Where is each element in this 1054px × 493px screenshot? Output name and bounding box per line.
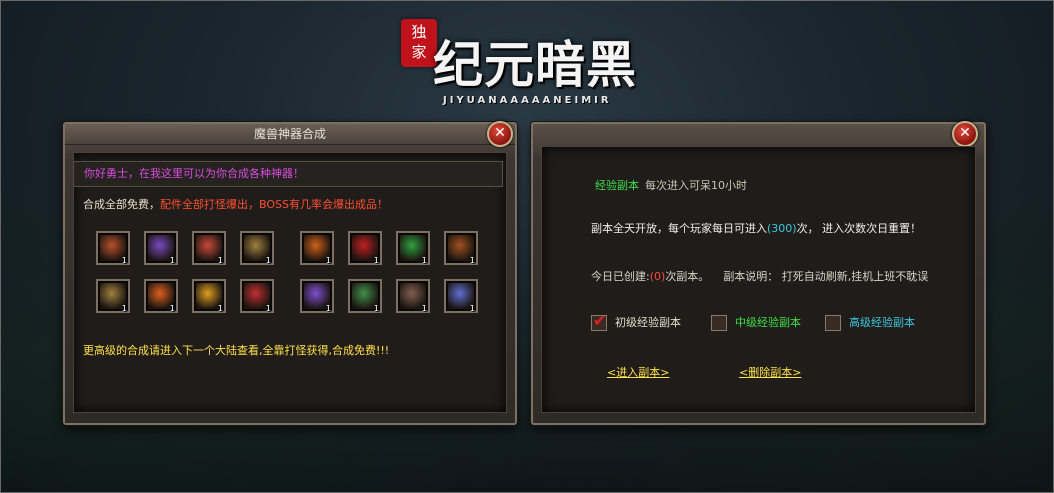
item-count: 1: [265, 256, 271, 265]
item-slot[interactable]: 1: [96, 231, 130, 265]
greeting-text: 你好勇士，在我这里可以为你合成各种神器！: [73, 161, 503, 187]
item-slot[interactable]: 1: [348, 231, 382, 265]
item-slot[interactable]: 1: [96, 279, 130, 313]
item-count: 1: [217, 256, 223, 265]
item-count: 1: [469, 304, 475, 313]
synthesis-info: 合成全部免费，配件全部打怪爆出，BOSS有几率会爆出成品！: [83, 196, 388, 212]
logo-seal-bottom: 家: [411, 43, 427, 61]
created-prefix: 今日已创建:: [591, 270, 650, 283]
item-slot[interactable]: 1: [192, 279, 226, 313]
checkmark-icon: ✔: [593, 311, 607, 330]
delete-dungeon-link[interactable]: <删除副本>: [739, 364, 801, 380]
item-count: 1: [169, 304, 175, 313]
dungeon-note: 每次进入可呆10小时: [645, 179, 747, 192]
rule-suffix: 次， 进入次数次日重置！: [796, 222, 922, 235]
dungeon-desc: 副本说明： 打死自动刷新,挂机上班不耽误: [723, 270, 929, 283]
dungeon-rules: 副本全天开放，每个玩家每日可进入(300)次， 进入次数次日重置！: [591, 220, 921, 236]
item-slot[interactable]: 1: [348, 279, 382, 313]
item-count: 1: [325, 256, 331, 265]
item-slot[interactable]: 1: [396, 231, 430, 265]
item-count: 1: [121, 304, 127, 313]
close-button[interactable]: ✕: [487, 121, 513, 147]
item-slot[interactable]: 1: [396, 279, 430, 313]
footer-text: 更高级的合成请进入下一个大陆查看,全靠打怪获得,合成免费!!!: [83, 344, 390, 357]
item-slot[interactable]: 1: [144, 279, 178, 313]
panel-title: 魔兽神器合成: [65, 124, 515, 145]
logo-subtitle: JIYUANAAAAANEIMIR: [443, 95, 612, 106]
item-count: 1: [373, 256, 379, 265]
item-count: 1: [169, 256, 175, 265]
checkbox[interactable]: [711, 315, 727, 331]
free-text: 合成全部免费，: [83, 198, 160, 211]
option-label: 初级经验副本: [615, 316, 681, 329]
rule-count: (300): [767, 222, 797, 235]
item-slot[interactable]: 1: [444, 231, 478, 265]
item-count: 1: [121, 256, 127, 265]
created-suffix: 次副本。: [665, 270, 710, 283]
item-slot[interactable]: 1: [300, 279, 334, 313]
option-basic-dungeon[interactable]: ✔ 初级经验副本: [591, 311, 681, 332]
item-count: 1: [217, 304, 223, 313]
item-slot[interactable]: 1: [300, 231, 334, 265]
option-advanced-dungeon[interactable]: 高级经验副本: [825, 314, 915, 332]
drop-text: 配件全部打怪爆出，BOSS有几率会爆出成品！: [160, 198, 388, 211]
item-count: 1: [469, 256, 475, 265]
item-slot[interactable]: 1: [444, 279, 478, 313]
checkbox[interactable]: ✔: [591, 311, 607, 331]
logo-seal-top: 独: [411, 23, 427, 41]
item-slot[interactable]: 1: [240, 279, 274, 313]
item-slot[interactable]: 1: [144, 231, 178, 265]
item-count: 1: [325, 304, 331, 313]
close-button[interactable]: ✕: [952, 121, 978, 147]
item-count: 1: [421, 304, 427, 313]
item-count: 1: [265, 304, 271, 313]
item-count: 1: [373, 304, 379, 313]
checkbox[interactable]: [825, 315, 841, 331]
item-slot[interactable]: 1: [240, 231, 274, 265]
item-slot[interactable]: 1: [192, 231, 226, 265]
panel-body: [73, 152, 507, 413]
dungeon-header: 经验副本 每次进入可呆10小时: [595, 177, 747, 193]
option-medium-dungeon[interactable]: 中级经验副本: [711, 314, 801, 332]
artifact-synthesis-panel: 魔兽神器合成 ✕ 你好勇士，在我这里可以为你合成各种神器！ 合成全部免费，配件全…: [63, 121, 517, 425]
dungeon-status: 今日已创建:(0)次副本。 副本说明： 打死自动刷新,挂机上班不耽误: [591, 268, 928, 284]
logo-seal: 独 家: [401, 19, 437, 67]
enter-dungeon-link[interactable]: <进入副本>: [607, 364, 669, 380]
option-label: 中级经验副本: [735, 316, 801, 329]
rule-prefix: 副本全天开放，每个玩家每日可进入: [591, 222, 767, 235]
logo-title: 纪元暗黑: [433, 35, 637, 94]
game-logo: 独 家 纪元暗黑 JIYUANAAAAANEIMIR: [401, 15, 651, 110]
item-count: 1: [421, 256, 427, 265]
created-count: (0): [649, 270, 666, 283]
experience-dungeon-panel: ✕ 经验副本 每次进入可呆10小时 副本全天开放，每个玩家每日可进入(300)次，…: [531, 121, 986, 425]
dungeon-name: 经验副本: [595, 179, 639, 192]
option-label: 高级经验副本: [849, 316, 915, 329]
